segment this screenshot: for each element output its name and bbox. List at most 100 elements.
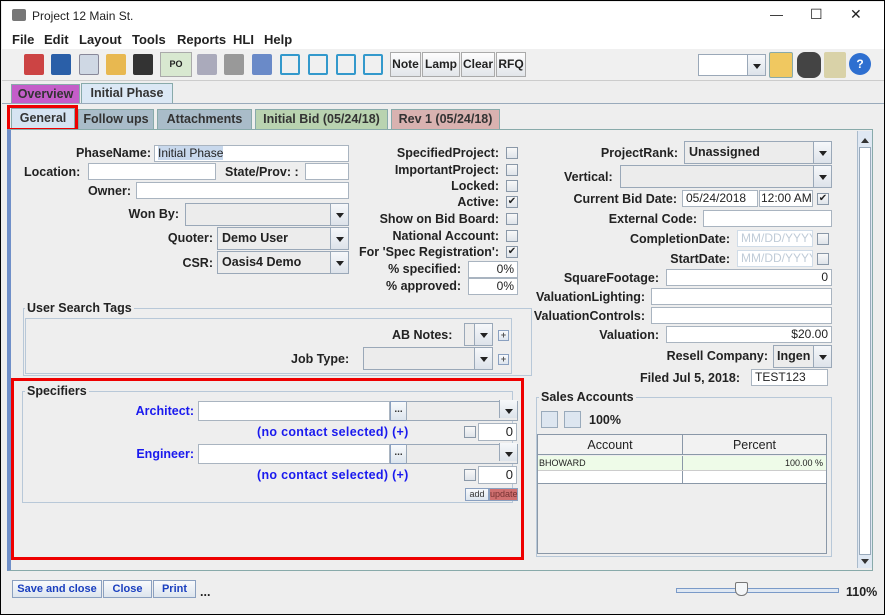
chart-cost-icon[interactable] (252, 54, 272, 75)
move-down-icon[interactable] (363, 54, 383, 75)
minimize-button[interactable]: — (770, 7, 783, 22)
start-date-input[interactable]: MM/DD/YYYY (737, 250, 813, 267)
quoter-value: Demo User (222, 231, 288, 245)
menu-tools[interactable]: Tools (132, 32, 166, 47)
print-icon[interactable] (133, 54, 153, 75)
flag-checkbox[interactable] (506, 230, 518, 242)
rfq-button[interactable]: RFQ (496, 52, 526, 77)
menu-reports[interactable]: Reports (177, 32, 226, 47)
pct-specified-input[interactable]: 0% (468, 261, 518, 278)
flag-checkbox[interactable]: ✔ (506, 196, 518, 208)
zoom-slider-thumb[interactable] (735, 582, 749, 596)
vertical-combo[interactable] (620, 165, 832, 188)
filter-icon[interactable] (197, 54, 217, 75)
print-button[interactable]: Print (153, 580, 196, 598)
toolbar-combo[interactable] (698, 54, 766, 76)
clear-button[interactable]: Clear (461, 52, 495, 77)
resell-company-combo[interactable]: Ingen (773, 345, 832, 368)
csr-label: CSR: (182, 256, 213, 270)
col-percent[interactable]: Percent (682, 435, 826, 455)
table-options-icon[interactable] (564, 411, 581, 428)
won-by-combo[interactable] (185, 203, 349, 226)
highlight-general (7, 105, 78, 131)
ab-notes-combo[interactable] (464, 323, 493, 346)
keyboard-icon[interactable] (224, 54, 244, 75)
resell-company-value: Ingen (777, 349, 811, 363)
maximize-button[interactable]: ☐ (810, 6, 823, 23)
job-type-combo[interactable] (363, 347, 493, 370)
paste-icon[interactable] (106, 54, 126, 75)
copy-icon[interactable] (79, 54, 99, 75)
table-row-empty[interactable] (538, 470, 826, 484)
close-form-button[interactable]: Close (103, 580, 152, 598)
tab-follow-ups[interactable]: Follow ups (78, 109, 154, 129)
zoom-slider[interactable] (676, 588, 839, 593)
tab-initial-phase[interactable]: Initial Phase (81, 83, 173, 104)
menu-help[interactable]: Help (264, 32, 292, 47)
job-type-add-button[interactable]: + (498, 354, 509, 365)
help-icon[interactable]: ? (849, 53, 871, 75)
save-icon[interactable] (51, 54, 71, 75)
chevron-down-icon (474, 324, 492, 345)
scroll-down-icon[interactable] (861, 559, 869, 568)
external-code-input[interactable] (703, 210, 832, 227)
clipboard-icon[interactable] (769, 52, 793, 78)
lamp-button[interactable]: Lamp (422, 52, 460, 77)
flag-checkbox[interactable] (506, 147, 518, 159)
completion-date-input[interactable]: MM/DD/YYYY (737, 230, 813, 247)
phase-name-input[interactable]: Initial Phase (154, 145, 349, 162)
tab-rev-1[interactable]: Rev 1 (05/24/18) (391, 109, 500, 129)
valuation-controls-input[interactable] (651, 307, 832, 324)
ab-notes-add-button[interactable]: + (498, 330, 509, 341)
csr-combo[interactable]: Oasis4 Demo (217, 251, 349, 274)
home-icon[interactable] (24, 54, 44, 75)
move-up-icon[interactable] (336, 54, 356, 75)
quoter-label: Quoter: (167, 231, 213, 245)
tab-overview[interactable]: Overview (11, 84, 80, 104)
close-button[interactable]: ✕ (850, 6, 862, 23)
move-left-icon[interactable] (280, 54, 300, 75)
start-date-checkbox[interactable] (817, 253, 829, 265)
application-window: Project 12 Main St. — ☐ ✕ File Edit Layo… (0, 0, 885, 615)
po-icon[interactable]: PO (160, 52, 192, 77)
flag-checkbox[interactable] (506, 213, 518, 225)
app-icon (12, 9, 26, 21)
tab-initial-bid[interactable]: Initial Bid (05/24/18) (255, 109, 388, 129)
flag-label: National Account: (392, 229, 499, 243)
phase-name-label: PhaseName: (75, 146, 151, 160)
note-button[interactable]: Note (390, 52, 421, 77)
add-row-icon[interactable] (541, 411, 558, 428)
completion-date-checkbox[interactable] (817, 233, 829, 245)
col-account[interactable]: Account (538, 438, 682, 452)
flag-checkbox[interactable] (506, 164, 518, 176)
owner-input[interactable] (136, 182, 349, 199)
save-and-close-button[interactable]: Save and close (12, 580, 102, 598)
location-input[interactable] (88, 163, 216, 180)
square-footage-input[interactable]: 0 (666, 269, 832, 286)
tab-attachments[interactable]: Attachments (157, 109, 252, 129)
menu-hli[interactable]: HLI (233, 32, 254, 47)
tab-divider (2, 103, 884, 104)
menu-file[interactable]: File (12, 32, 34, 47)
binoculars-icon[interactable] (797, 52, 821, 78)
panel-icon[interactable] (824, 52, 846, 78)
menu-edit[interactable]: Edit (44, 32, 69, 47)
bid-date-input[interactable]: 05/24/2018 (682, 190, 758, 207)
scroll-up-icon[interactable] (861, 134, 869, 143)
menu-layout[interactable]: Layout (79, 32, 122, 47)
bid-date-checkbox[interactable]: ✔ (817, 193, 829, 205)
table-row[interactable]: BHOWARD 100.00 % (538, 456, 826, 470)
move-right-icon[interactable] (308, 54, 328, 75)
flag-checkbox[interactable] (506, 180, 518, 192)
valuation-lighting-input[interactable] (651, 288, 832, 305)
filed-input[interactable]: TEST123 (751, 369, 828, 386)
flag-checkbox[interactable]: ✔ (506, 246, 518, 258)
scroll-thumb[interactable] (859, 147, 871, 555)
project-rank-combo[interactable]: Unassigned (684, 141, 832, 164)
valuation-input[interactable]: $20.00 (666, 326, 832, 343)
bid-time-input[interactable]: 12:00 AM (759, 190, 813, 207)
chevron-down-icon (747, 55, 765, 75)
quoter-combo[interactable]: Demo User (217, 227, 349, 250)
vertical-scrollbar[interactable] (857, 131, 872, 568)
pct-approved-input[interactable]: 0% (468, 278, 518, 295)
